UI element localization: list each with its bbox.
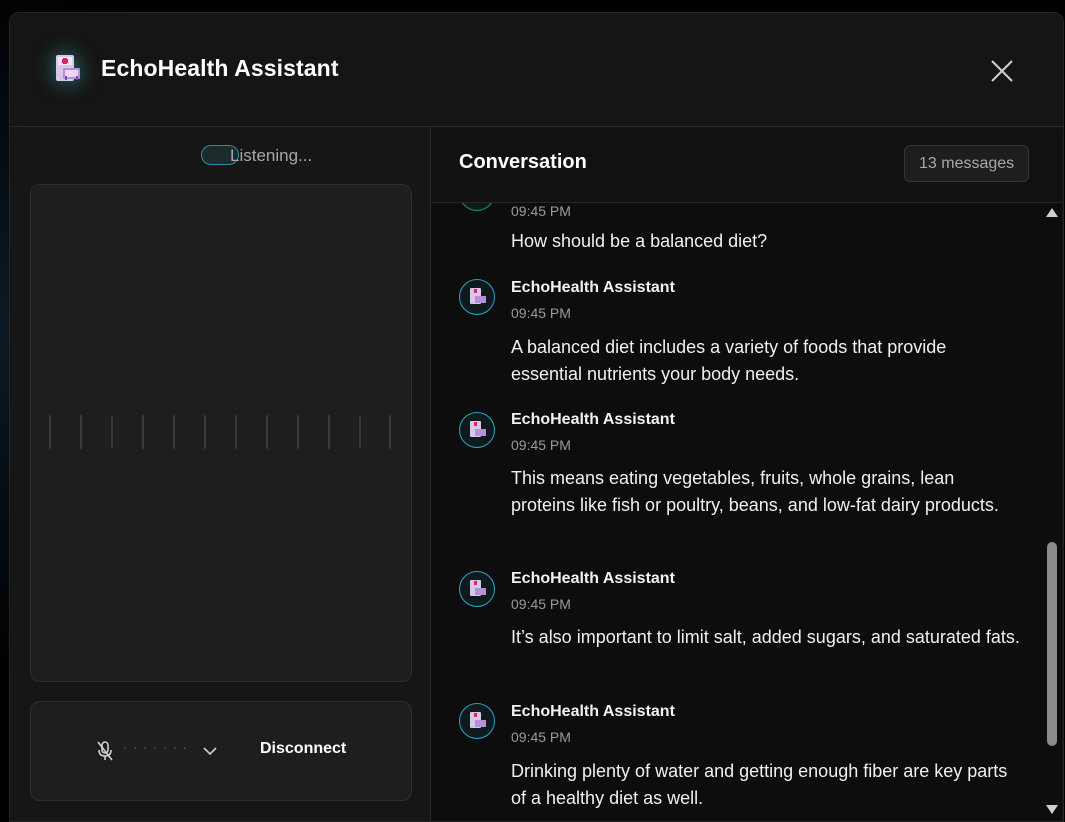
voice-panel: Listening... · · · · · · · Disconnect xyxy=(11,127,431,821)
message-sender: EchoHealth Assistant xyxy=(511,411,675,428)
conversation-title: Conversation xyxy=(459,151,587,173)
waveform-bar xyxy=(297,415,299,449)
message-count-badge: 13 messages xyxy=(904,145,1030,182)
message-text: This means eating vegetables, fruits, wh… xyxy=(511,468,999,515)
conversation-header: Conversation 13 messages xyxy=(431,127,1062,203)
scroll-up-arrow[interactable] xyxy=(1046,208,1058,217)
user-avatar xyxy=(459,203,495,211)
waveform-bar xyxy=(266,415,268,449)
assistant-avatar xyxy=(459,279,495,315)
scroll-down-arrow[interactable] xyxy=(1046,805,1058,814)
message-text: A balanced diet includes a variety of fo… xyxy=(511,337,947,384)
audio-visualizer xyxy=(30,184,412,682)
message-list[interactable]: 09:45 PM How should be a balanced diet? … xyxy=(431,203,1046,821)
assistant-avatar xyxy=(459,571,495,607)
close-icon[interactable] xyxy=(989,58,1015,84)
mic-muted-icon[interactable] xyxy=(95,740,115,762)
waveform-bar xyxy=(389,415,391,449)
message-text: It’s also important to limit salt, added… xyxy=(511,627,1020,647)
status-text: Listening... xyxy=(230,146,313,165)
disconnect-button[interactable]: Disconnect xyxy=(260,740,346,758)
waveform-bars xyxy=(31,415,411,451)
waveform-bar xyxy=(359,415,361,449)
page-title: EchoHealth Assistant xyxy=(101,55,339,81)
assistant-avatar xyxy=(459,412,495,448)
voice-controls: · · · · · · · Disconnect xyxy=(30,701,412,801)
waveform-bar xyxy=(173,415,175,449)
message-sender: EchoHealth Assistant xyxy=(511,703,675,720)
message-time: 09:45 PM xyxy=(511,437,571,453)
modal-body: Listening... · · · · · · · Disconnect Co… xyxy=(11,127,1062,821)
scroll-thumb[interactable] xyxy=(1047,542,1057,746)
assistant-avatar xyxy=(459,703,495,739)
conversation-panel: Conversation 13 messages 09:45 PM How sh… xyxy=(431,127,1062,821)
waveform-bar xyxy=(80,415,82,449)
medical-kiosk-icon xyxy=(54,53,82,85)
message-time: 09:45 PM xyxy=(511,203,571,219)
message-time: 09:45 PM xyxy=(511,305,571,321)
waveform-bar xyxy=(49,415,51,449)
message-time: 09:45 PM xyxy=(511,596,571,612)
message-text: Drinking plenty of water and getting eno… xyxy=(511,761,1008,808)
message-time: 09:45 PM xyxy=(511,729,571,745)
message-sender: EchoHealth Assistant xyxy=(511,279,675,296)
assistant-modal: EchoHealth Assistant Listening... · · · … xyxy=(9,12,1064,822)
waveform-bar xyxy=(204,415,206,449)
chevron-down-icon[interactable] xyxy=(201,742,219,760)
scrollbar[interactable] xyxy=(1044,203,1062,821)
waveform-bar xyxy=(235,415,237,449)
message-sender: EchoHealth Assistant xyxy=(511,570,675,587)
mic-level-indicator: · · · · · · · xyxy=(123,740,188,755)
waveform-bar xyxy=(328,415,330,449)
waveform-bar xyxy=(111,415,113,449)
message-text: How should be a balanced diet? xyxy=(511,231,768,251)
waveform-bar xyxy=(142,415,144,449)
modal-header: EchoHealth Assistant xyxy=(10,13,1063,127)
